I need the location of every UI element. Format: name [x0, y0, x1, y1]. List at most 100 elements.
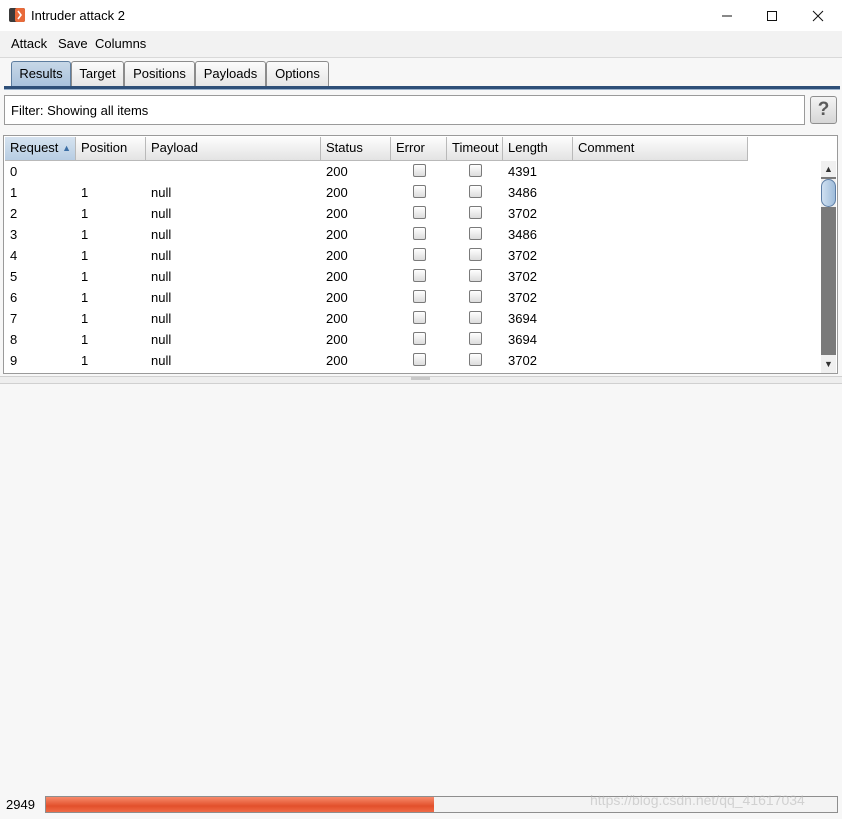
- timeout-checkbox[interactable]: [469, 290, 482, 303]
- column-header-label: Position: [81, 140, 128, 155]
- column-header-error[interactable]: Error: [391, 137, 447, 161]
- cell-position: 1: [81, 248, 89, 263]
- menu-columns[interactable]: Columns: [95, 36, 146, 51]
- error-checkbox[interactable]: [413, 185, 426, 198]
- cell-request: 6: [10, 290, 18, 305]
- tab-positions[interactable]: Positions: [124, 61, 195, 86]
- error-checkbox[interactable]: [413, 290, 426, 303]
- error-checkbox[interactable]: [413, 248, 426, 261]
- cell-status: 200: [326, 332, 348, 347]
- table-row[interactable]: 6 1 null 200 3702: [5, 287, 748, 308]
- timeout-checkbox[interactable]: [469, 248, 482, 261]
- request-count: 2949: [6, 797, 35, 812]
- minimize-button[interactable]: [704, 0, 750, 31]
- table-header: Request ▲ Position Payload Status Error …: [5, 137, 748, 161]
- progress-fill: [46, 797, 434, 812]
- error-checkbox[interactable]: [413, 332, 426, 345]
- cell-payload: null: [151, 353, 172, 368]
- tab-payloads[interactable]: Payloads: [195, 61, 266, 86]
- cell-status: 200: [326, 248, 348, 263]
- scroll-down-arrow-icon[interactable]: ▼: [821, 357, 836, 372]
- timeout-checkbox[interactable]: [469, 269, 482, 282]
- burp-app-icon: [9, 8, 25, 22]
- help-button[interactable]: ?: [810, 96, 837, 124]
- timeout-checkbox[interactable]: [469, 353, 482, 366]
- maximize-icon: [767, 10, 777, 21]
- cell-status: 200: [326, 164, 348, 179]
- table-row[interactable]: 0 200 4391: [5, 161, 748, 182]
- tab-results[interactable]: Results: [11, 61, 71, 86]
- cell-request: 4: [10, 248, 18, 263]
- table-row[interactable]: 5 1 null 200 3702: [5, 266, 748, 287]
- cell-position: 1: [81, 332, 89, 347]
- error-checkbox[interactable]: [413, 206, 426, 219]
- timeout-checkbox[interactable]: [469, 206, 482, 219]
- table-row[interactable]: 7 1 null 200 3694: [5, 308, 748, 329]
- results-table: Request ▲ Position Payload Status Error …: [3, 135, 838, 374]
- column-header-label: Request: [10, 140, 59, 155]
- tab-options[interactable]: Options: [266, 61, 329, 86]
- tab-target[interactable]: Target: [71, 61, 124, 86]
- scroll-track[interactable]: [821, 207, 836, 355]
- cell-request: 8: [10, 332, 18, 347]
- table-row[interactable]: 9 1 null 200 3702: [5, 350, 748, 371]
- cell-payload: null: [151, 248, 172, 263]
- table-row[interactable]: 3 1 null 200 3486: [5, 224, 748, 245]
- table-vertical-scrollbar[interactable]: ▲ ▼: [821, 161, 836, 373]
- timeout-checkbox[interactable]: [469, 332, 482, 345]
- menu-save[interactable]: Save: [58, 36, 88, 51]
- cell-length: 3694: [508, 311, 537, 326]
- cell-length: 3702: [508, 353, 537, 368]
- cell-length: 3702: [508, 248, 537, 263]
- timeout-checkbox[interactable]: [469, 227, 482, 240]
- error-checkbox[interactable]: [413, 227, 426, 240]
- column-header-label: Error: [396, 140, 425, 155]
- column-header-payload[interactable]: Payload: [146, 137, 321, 161]
- cell-length: 3702: [508, 290, 537, 305]
- cell-payload: null: [151, 311, 172, 326]
- scroll-thumb[interactable]: [821, 179, 836, 207]
- timeout-checkbox[interactable]: [469, 164, 482, 177]
- table-row[interactable]: 4 1 null 200 3702: [5, 245, 748, 266]
- column-header-request[interactable]: Request ▲: [5, 137, 76, 161]
- timeout-checkbox[interactable]: [469, 185, 482, 198]
- cell-length: 3702: [508, 269, 537, 284]
- cell-status: 200: [326, 353, 348, 368]
- cell-request: 0: [10, 164, 18, 179]
- cell-length: 4391: [508, 164, 537, 179]
- cell-status: 200: [326, 185, 348, 200]
- tab-strip: Results Target Positions Payloads Option…: [0, 60, 842, 88]
- column-header-comment[interactable]: Comment: [573, 137, 748, 161]
- cell-request: 5: [10, 269, 18, 284]
- close-button[interactable]: [795, 0, 841, 31]
- cell-request: 2: [10, 206, 18, 221]
- cell-payload: null: [151, 290, 172, 305]
- cell-status: 200: [326, 269, 348, 284]
- error-checkbox[interactable]: [413, 164, 426, 177]
- menu-attack[interactable]: Attack: [11, 36, 47, 51]
- filter-bar[interactable]: Filter: Showing all items: [4, 95, 805, 125]
- cell-length: 3702: [508, 206, 537, 221]
- timeout-checkbox[interactable]: [469, 311, 482, 324]
- column-header-timeout[interactable]: Timeout: [447, 137, 503, 161]
- maximize-button[interactable]: [749, 0, 795, 31]
- menu-bar: Attack Save Columns: [0, 31, 842, 57]
- cell-request: 3: [10, 227, 18, 242]
- error-checkbox[interactable]: [413, 353, 426, 366]
- error-checkbox[interactable]: [413, 269, 426, 282]
- error-checkbox[interactable]: [413, 311, 426, 324]
- filter-label: Filter: Showing all items: [11, 103, 149, 118]
- cell-payload: null: [151, 332, 172, 347]
- menu-divider: [0, 57, 842, 58]
- column-header-position[interactable]: Position: [76, 137, 146, 161]
- cell-position: 1: [81, 227, 89, 242]
- scroll-up-arrow-icon[interactable]: ▲: [821, 162, 836, 177]
- column-header-status[interactable]: Status: [321, 137, 391, 161]
- table-row[interactable]: 2 1 null 200 3702: [5, 203, 748, 224]
- close-icon: [812, 10, 824, 21]
- splitter-grip-icon[interactable]: [411, 377, 430, 380]
- column-header-length[interactable]: Length: [503, 137, 573, 161]
- cell-length: 3486: [508, 227, 537, 242]
- table-row[interactable]: 8 1 null 200 3694: [5, 329, 748, 350]
- table-row[interactable]: 1 1 null 200 3486: [5, 182, 748, 203]
